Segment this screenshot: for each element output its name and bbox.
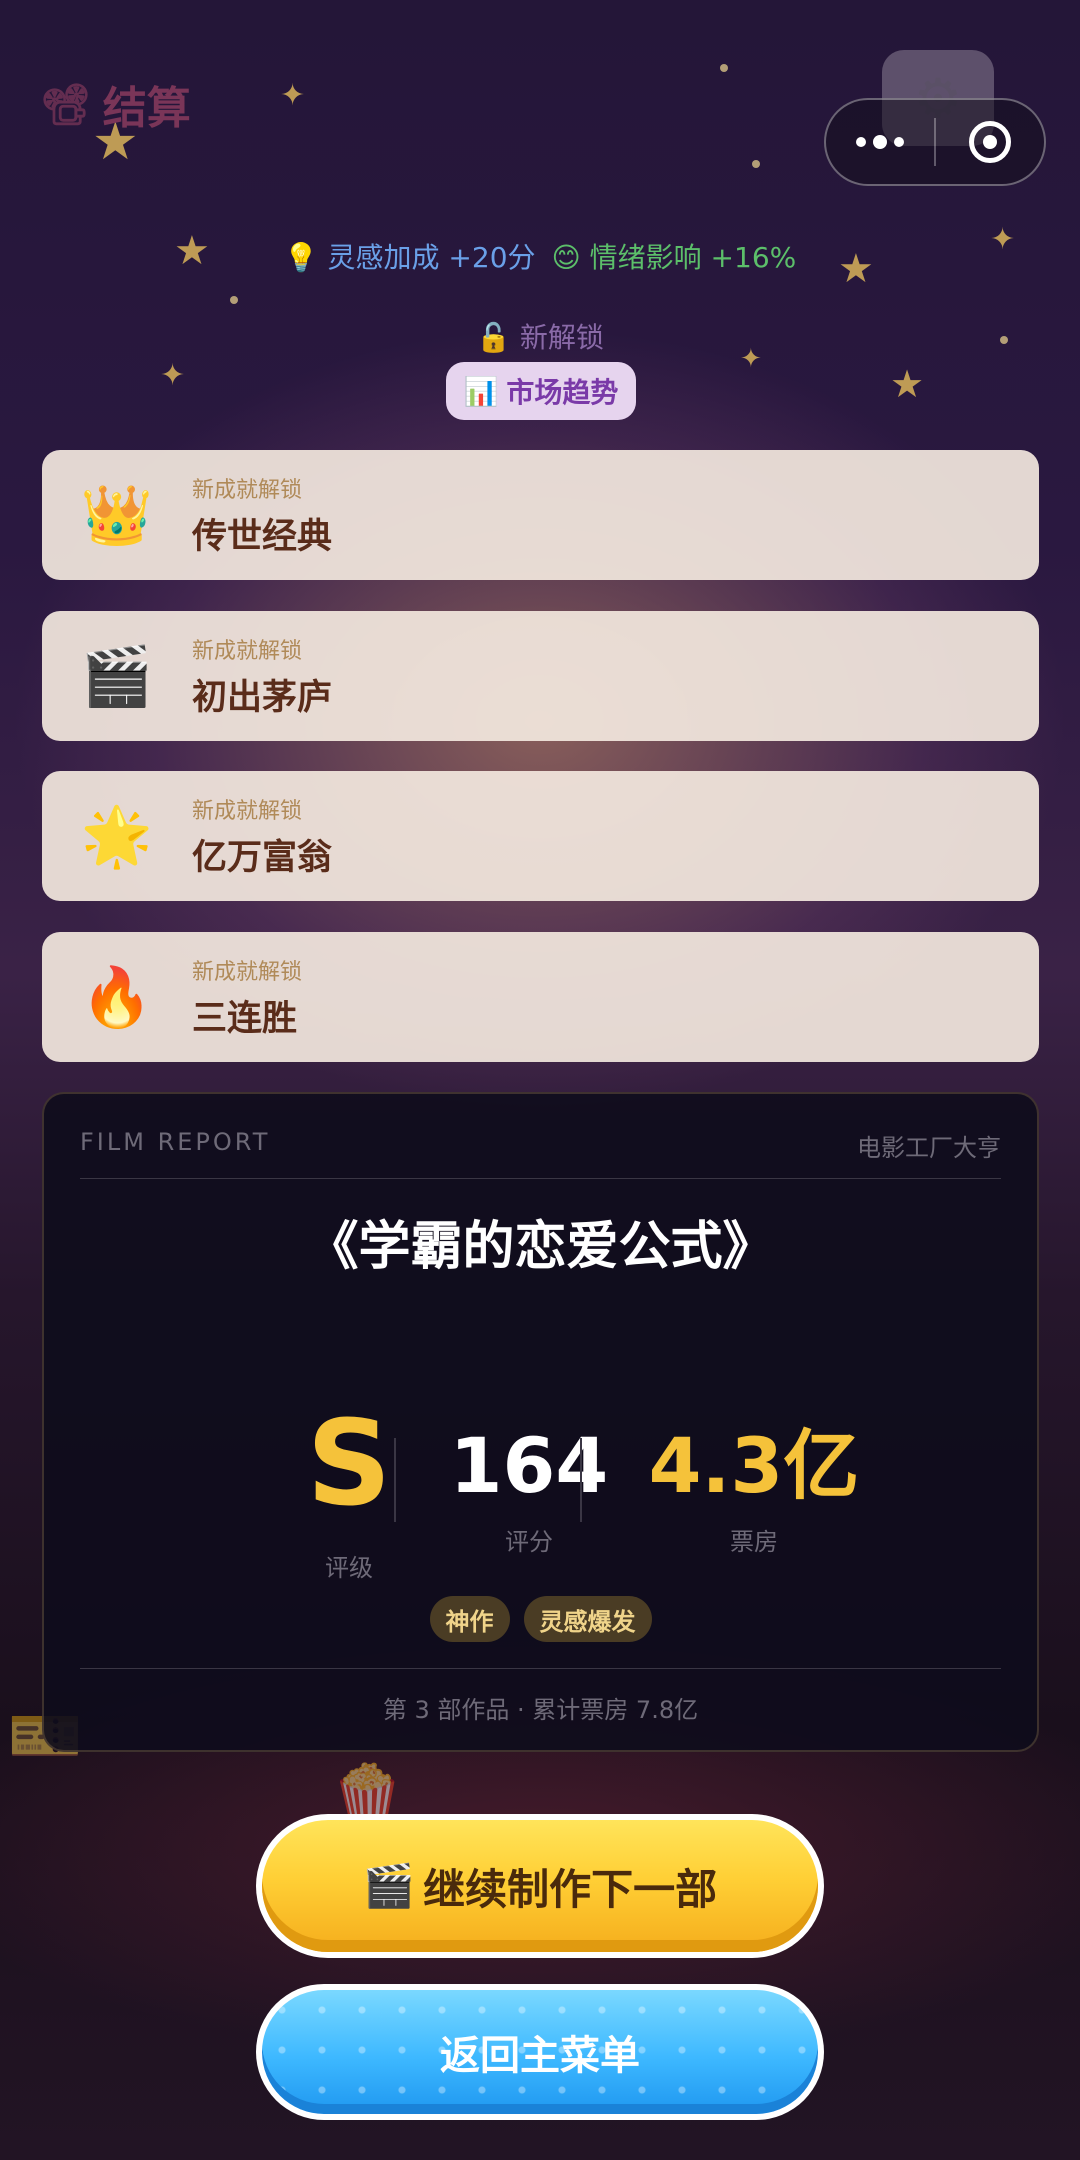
- miniprogram-capsule: [824, 98, 1046, 186]
- star-decoration: ✦: [160, 358, 186, 393]
- achievement-card: 👑 新成就解锁 传世经典: [42, 450, 1039, 580]
- close-miniprogram-button[interactable]: [936, 121, 1044, 163]
- achievement-subtitle: 新成就解锁: [192, 477, 303, 503]
- grade-label: 评级: [325, 1554, 373, 1582]
- bar-chart-icon: 📊: [463, 374, 499, 408]
- achievement-card: 🎬 新成就解锁 初出茅庐: [42, 611, 1039, 741]
- return-main-menu-label: 返回主菜单: [440, 2033, 640, 2079]
- movie-camera-icon: 📽: [40, 81, 91, 128]
- clapperboard-icon: 🎬: [362, 1861, 416, 1910]
- achievement-card: 🌟 新成就解锁 亿万富翁: [42, 771, 1039, 901]
- divider: [80, 1178, 1001, 1179]
- stat-divider: [580, 1438, 582, 1522]
- report-header-label: FILM REPORT: [80, 1128, 271, 1156]
- divider: [80, 1668, 1001, 1669]
- market-trend-chip[interactable]: 📊 市场趋势: [446, 362, 636, 420]
- continue-next-film-label: 继续制作下一部: [423, 1864, 718, 1914]
- sparkle-dot: [720, 64, 728, 72]
- page-title-text: 结算: [102, 83, 191, 134]
- box-office-value: 4.3亿: [648, 1421, 860, 1510]
- stat-divider: [394, 1438, 396, 1522]
- report-footer: 第 3 部作品 · 累计票房 7.8亿: [382, 1696, 699, 1724]
- tag-badge: 神作: [429, 1596, 510, 1642]
- lightbulb-icon: 💡: [283, 241, 319, 274]
- achievement-card: 🔥 新成就解锁 三连胜: [42, 932, 1039, 1062]
- target-close-icon: [969, 121, 1011, 163]
- mood-bonus: 😊 情绪影响 +16%: [552, 236, 797, 276]
- mood-bonus-text: 情绪影响 +16%: [589, 241, 797, 274]
- new-unlock-label: 🔓 新解锁: [476, 321, 604, 354]
- return-main-menu-button[interactable]: 返回主菜单: [256, 1984, 824, 2120]
- continue-next-film-button[interactable]: 🎬 继续制作下一部: [256, 1814, 824, 1958]
- smile-icon: 😊: [551, 241, 581, 274]
- sparkle-dot: [230, 296, 238, 304]
- achievement-subtitle: 新成就解锁: [192, 638, 303, 664]
- inspiration-bonus: 💡 灵感加成 +20分: [284, 236, 536, 276]
- market-trend-label: 市场趋势: [506, 376, 619, 409]
- achievement-name: 初出茅庐: [192, 677, 333, 718]
- more-dots-icon[interactable]: [826, 135, 934, 149]
- tag-badge: 灵感爆发: [523, 1596, 652, 1642]
- box-office-label: 票房: [730, 1528, 778, 1556]
- inspiration-bonus-text: 灵感加成 +20分: [327, 241, 536, 274]
- bonus-summary: 💡 灵感加成 +20分 😊 情绪影响 +16%: [0, 236, 1080, 276]
- box-office-stat: 4.3亿 票房: [604, 1428, 904, 1557]
- page-title: 📽 结算: [40, 72, 191, 136]
- crown-icon: 👑: [80, 480, 154, 549]
- glowing-star-icon: 🌟: [80, 801, 154, 870]
- achievement-name: 传世经典: [192, 516, 333, 557]
- achievement-name: 亿万富翁: [192, 837, 333, 878]
- clapperboard-icon: 🎬: [80, 641, 154, 710]
- star-decoration: ✦: [280, 78, 306, 113]
- report-stats: S 评级 164 评分 4.3亿 票房: [44, 1404, 1037, 1582]
- achievement-subtitle: 新成就解锁: [192, 798, 303, 824]
- star-decoration: ★: [890, 362, 925, 406]
- achievement-subtitle: 新成就解锁: [192, 959, 303, 985]
- report-tags: 神作 灵感爆发: [44, 1596, 1037, 1642]
- game-brand-label: 电影工厂大亨: [857, 1134, 1001, 1162]
- sparkle-dot: [752, 160, 760, 168]
- film-report-card: FILM REPORT 电影工厂大亨 《学霸的恋爱公式》 S 评级 164 评分…: [42, 1092, 1039, 1752]
- movie-title: 《学霸的恋爱公式》: [306, 1217, 775, 1277]
- achievement-name: 三连胜: [192, 998, 298, 1039]
- fire-icon: 🔥: [80, 962, 154, 1031]
